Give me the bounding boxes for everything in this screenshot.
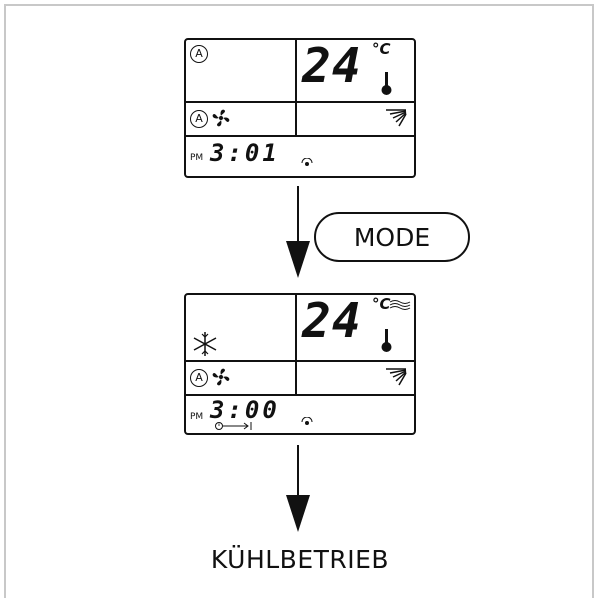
- lcd-display-after: 24 °C A PM 3:00: [184, 293, 416, 435]
- temperature-unit: °C: [372, 295, 391, 313]
- temperature-unit: °C: [372, 40, 391, 58]
- snowflake-cool-icon: [193, 332, 217, 356]
- swing-louver-icon: [386, 368, 407, 386]
- airflow-wave-icon: [389, 300, 411, 310]
- auto-mode-icon: A: [190, 45, 208, 63]
- mode-button[interactable]: MODE: [314, 212, 470, 262]
- result-mode-label: KÜHLBETRIEB: [210, 545, 390, 574]
- lcd-display-before: A 24 °C A PM 3:01: [184, 38, 416, 178]
- fan-icon: [212, 109, 230, 127]
- signal-dot-icon: [301, 158, 313, 166]
- temperature-readout: 24: [302, 38, 362, 94]
- thermometer-icon: [381, 72, 392, 95]
- temperature-readout: 24: [302, 293, 362, 349]
- clock-readout: 3:01: [210, 139, 280, 167]
- time-period: PM: [190, 412, 204, 422]
- fan-auto-icon: A: [190, 110, 208, 128]
- thermometer-icon: [381, 329, 392, 352]
- timer-icon: [215, 422, 252, 430]
- down-arrow-1: [286, 186, 310, 278]
- down-arrow-2: [286, 445, 310, 532]
- clock-readout: 3:00: [210, 396, 280, 424]
- fan-auto-icon: A: [190, 369, 208, 387]
- swing-louver-icon: [386, 109, 407, 127]
- time-period: PM: [190, 153, 204, 163]
- fan-icon: [212, 368, 230, 386]
- signal-dot-icon: [301, 417, 313, 425]
